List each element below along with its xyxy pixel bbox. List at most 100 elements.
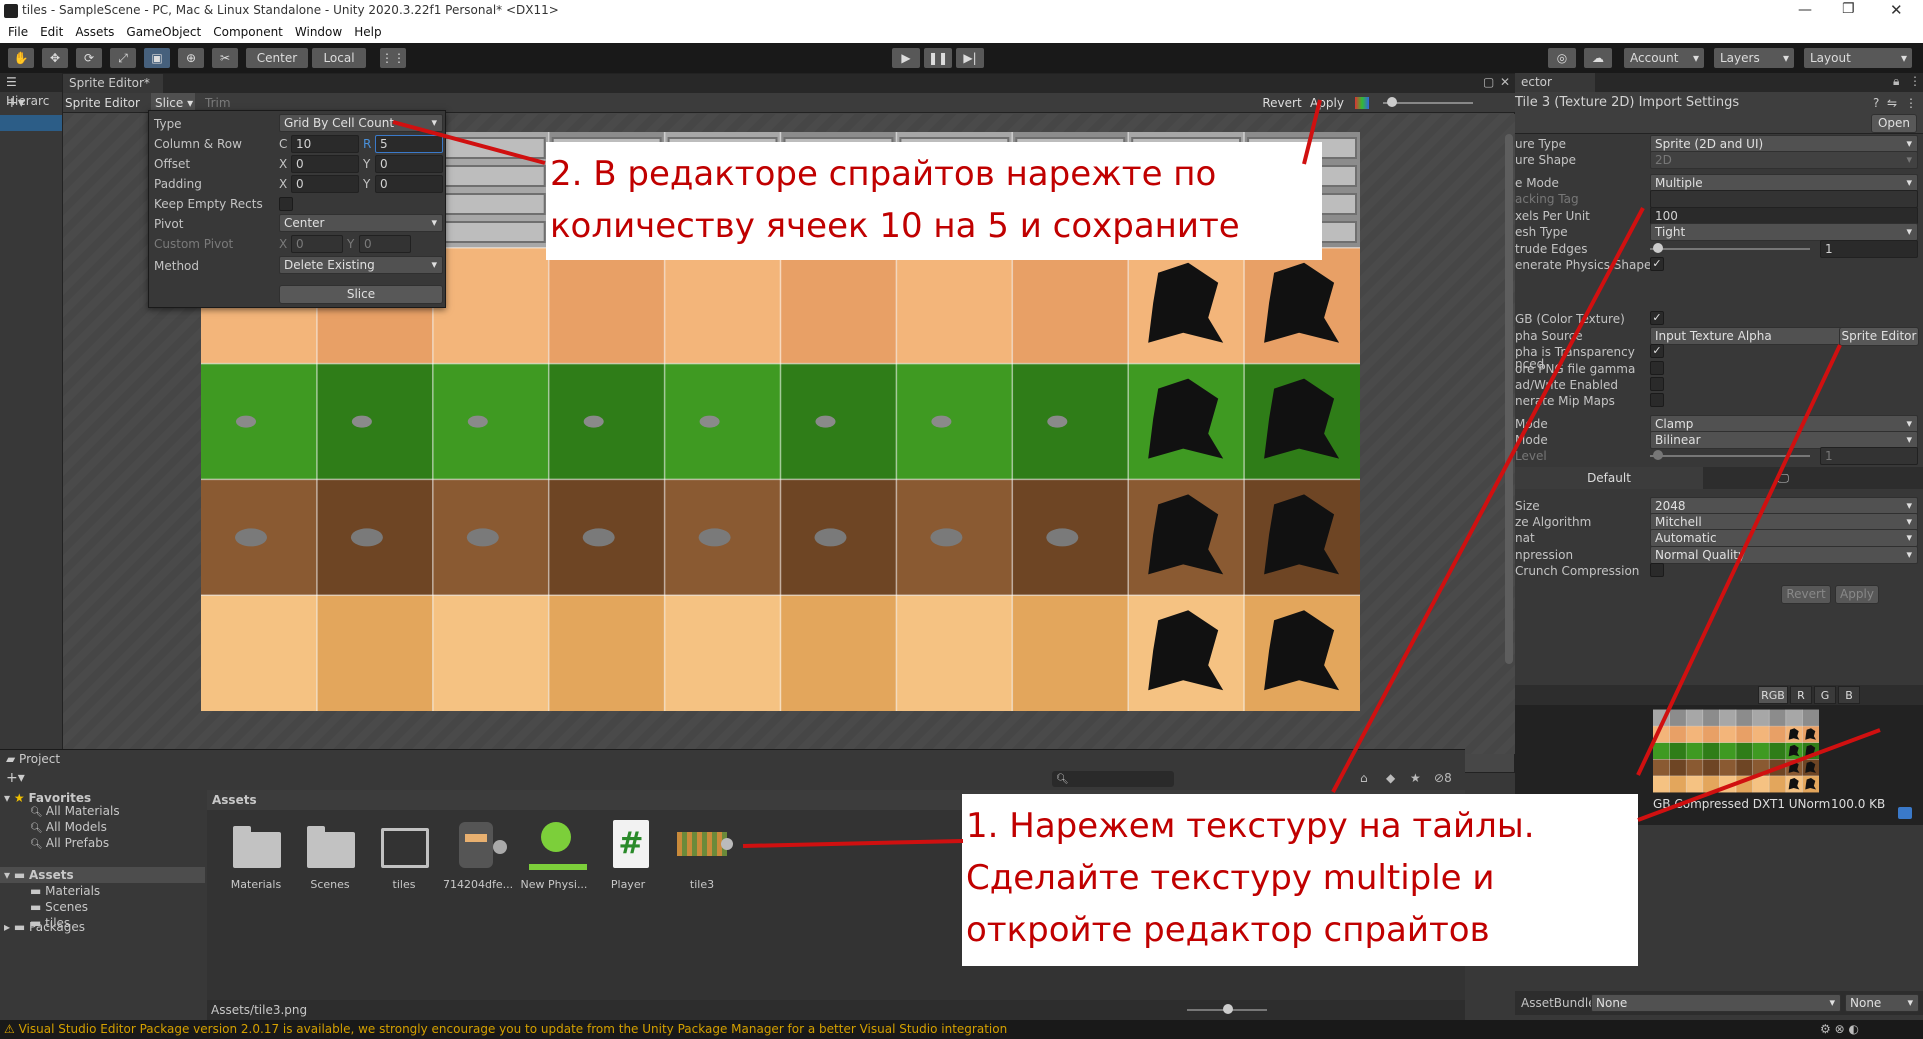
zoom-slider-handle[interactable] xyxy=(1387,97,1397,107)
close-window-icon[interactable]: ✕ xyxy=(1500,75,1510,89)
maximize-icon[interactable]: ❐ xyxy=(1842,1,1855,17)
packages-tree-item[interactable]: ▸ ▬ Packages xyxy=(4,919,85,935)
keep-empty-checkbox[interactable] xyxy=(279,197,293,211)
scale-tool-button[interactable]: ⤢ xyxy=(110,48,136,68)
asset-folder-item[interactable]: ▬ Materials xyxy=(30,883,100,899)
inspector-lock-icon[interactable]: 🔒︎ xyxy=(1893,74,1899,89)
inspector-checkbox[interactable] xyxy=(1650,361,1664,375)
assets-tree-item[interactable]: ▾ ▬ Assets xyxy=(4,867,74,883)
space-toggle[interactable]: Local xyxy=(312,48,366,68)
preset-icon[interactable]: ⇋ xyxy=(1887,96,1897,110)
project-tab[interactable]: ▰ Project xyxy=(0,750,70,769)
inspector-checkbox[interactable]: ✓ xyxy=(1650,257,1664,271)
icon-size-slider-handle[interactable] xyxy=(1223,1004,1233,1014)
menu-item[interactable]: Help xyxy=(354,22,381,43)
layout-dropdown[interactable]: Layout ▾ xyxy=(1804,48,1912,68)
close-icon[interactable]: ✕ xyxy=(1890,1,1903,19)
favorite-star-icon[interactable]: ★ xyxy=(1410,771,1421,785)
inspector-checkbox[interactable] xyxy=(1650,377,1664,391)
menu-item[interactable]: File xyxy=(8,22,28,43)
asset-item[interactable]: 714204dfe... xyxy=(443,820,513,900)
sprite-editor-button[interactable]: Sprite Editor xyxy=(1839,327,1919,346)
method-dropdown[interactable]: Delete Existing xyxy=(279,256,443,274)
pivot-dropdown[interactable]: Center xyxy=(279,214,443,232)
vertical-scrollbar[interactable] xyxy=(1505,134,1513,664)
favorite-item[interactable]: 🔍︎ All Prefabs xyxy=(30,835,109,853)
asset-item[interactable]: Materials xyxy=(221,820,291,900)
preview-channel-button[interactable]: G xyxy=(1814,686,1836,704)
sprite-editor-tab[interactable]: Sprite Editor* xyxy=(63,74,163,93)
grid-snap-button[interactable]: ⋮⋮ xyxy=(380,48,406,68)
asset-item[interactable]: New Physi... xyxy=(519,820,589,900)
account-dropdown[interactable]: Account ▾ xyxy=(1624,48,1704,68)
offset-y-field[interactable]: 0 xyxy=(375,155,443,173)
asset-item[interactable]: tile3 xyxy=(667,820,737,900)
inspector-slider-handle[interactable] xyxy=(1653,243,1663,253)
asset-item[interactable]: # Player xyxy=(593,820,663,900)
inspector-checkbox[interactable]: ✓ xyxy=(1650,311,1664,325)
layers-dropdown[interactable]: Layers ▾ xyxy=(1714,48,1794,68)
padding-y-field[interactable]: 0 xyxy=(375,175,443,193)
inspector-field[interactable] xyxy=(1650,190,1918,208)
platform-tab-standalone[interactable]: 🖵︎ xyxy=(1703,467,1863,489)
hidden-packages-icon[interactable]: ⊘8 xyxy=(1434,771,1452,785)
pause-button[interactable]: ❚❚ xyxy=(924,48,952,68)
asset-bundle-dropdown[interactable]: None xyxy=(1591,994,1841,1012)
preview-channel-button[interactable]: B xyxy=(1838,686,1860,704)
preview-channel-button[interactable]: RGB xyxy=(1758,686,1788,704)
asset-bundle-variant-dropdown[interactable]: None xyxy=(1845,994,1919,1012)
inspector-checkbox[interactable]: ✓ xyxy=(1650,344,1664,358)
slice-button[interactable]: Slice xyxy=(279,285,443,304)
asset-folder-item[interactable]: ▬ Scenes xyxy=(30,899,88,915)
menu-item[interactable]: Edit xyxy=(40,22,63,43)
minimize-icon[interactable]: — xyxy=(1798,2,1812,18)
inspector-menu-icon[interactable]: ⋮ xyxy=(1909,74,1921,88)
trim-button[interactable]: Trim xyxy=(205,95,231,111)
cloud-button[interactable]: ☁ xyxy=(1584,48,1612,68)
inspector-slider-value[interactable]: 1 xyxy=(1820,240,1918,258)
open-button[interactable]: Open xyxy=(1871,114,1917,133)
inspector-revert-button[interactable]: Revert xyxy=(1781,585,1831,604)
inspector-slider[interactable] xyxy=(1650,455,1810,457)
custom-tool-button[interactable]: ✂ xyxy=(212,48,238,68)
inspector-apply-button[interactable]: Apply xyxy=(1835,585,1879,604)
platform-tab-default[interactable]: Default xyxy=(1515,467,1703,489)
inspector-dropdown[interactable]: Tight xyxy=(1650,223,1918,241)
project-search-field[interactable]: 🔍︎ xyxy=(1052,771,1174,787)
breadcrumb-assets[interactable]: Assets xyxy=(212,793,257,807)
inspector-dropdown[interactable]: Automatic xyxy=(1650,529,1918,547)
revert-button[interactable]: Revert xyxy=(1259,93,1305,113)
menu-item[interactable]: Assets xyxy=(75,22,114,43)
context-menu-icon[interactable]: ⋮ xyxy=(1905,96,1917,110)
step-button[interactable]: ▶| xyxy=(956,48,984,68)
rows-field[interactable]: 5 xyxy=(375,135,443,153)
offset-x-field[interactable]: 0 xyxy=(291,155,359,173)
asset-item[interactable]: Scenes xyxy=(295,820,365,900)
color-channel-icon[interactable] xyxy=(1355,97,1369,109)
menu-item[interactable]: Component xyxy=(213,22,283,43)
inspector-dropdown[interactable]: Normal Quality xyxy=(1650,546,1918,564)
maximize-window-icon[interactable]: ▢ xyxy=(1483,75,1494,89)
scene-row[interactable] xyxy=(0,115,62,131)
rotate-tool-button[interactable]: ⟳ xyxy=(76,48,102,68)
inspector-slider-value[interactable]: 1 xyxy=(1820,447,1918,465)
status-message[interactable]: Visual Studio Editor Package version 2.0… xyxy=(19,1022,1008,1036)
rect-tool-button[interactable]: ▣ xyxy=(144,48,170,68)
padding-x-field[interactable]: 0 xyxy=(291,175,359,193)
inspector-slider[interactable] xyxy=(1650,248,1810,250)
preview-channel-button[interactable]: R xyxy=(1790,686,1812,704)
collab-button[interactable]: ◎ xyxy=(1548,48,1576,68)
pivot-toggle[interactable]: Center xyxy=(246,48,308,68)
help-icon[interactable]: ? xyxy=(1873,96,1879,110)
columns-field[interactable]: 10 xyxy=(291,135,359,153)
transform-tool-button[interactable]: ⊕ xyxy=(178,48,204,68)
inspector-tab[interactable]: ector xyxy=(1515,73,1595,92)
inspector-checkbox[interactable] xyxy=(1650,563,1664,577)
type-dropdown[interactable]: Grid By Cell Count xyxy=(279,114,443,132)
move-tool-button[interactable]: ✥ xyxy=(42,48,68,68)
project-create-button[interactable]: +▾ xyxy=(6,770,25,786)
apply-button[interactable]: Apply xyxy=(1307,93,1347,113)
filter-type-icon[interactable]: ⌂ xyxy=(1360,771,1368,785)
play-button[interactable]: ▶ xyxy=(892,48,920,68)
mode-dropdown[interactable]: Sprite Editor ▾ xyxy=(65,95,149,126)
